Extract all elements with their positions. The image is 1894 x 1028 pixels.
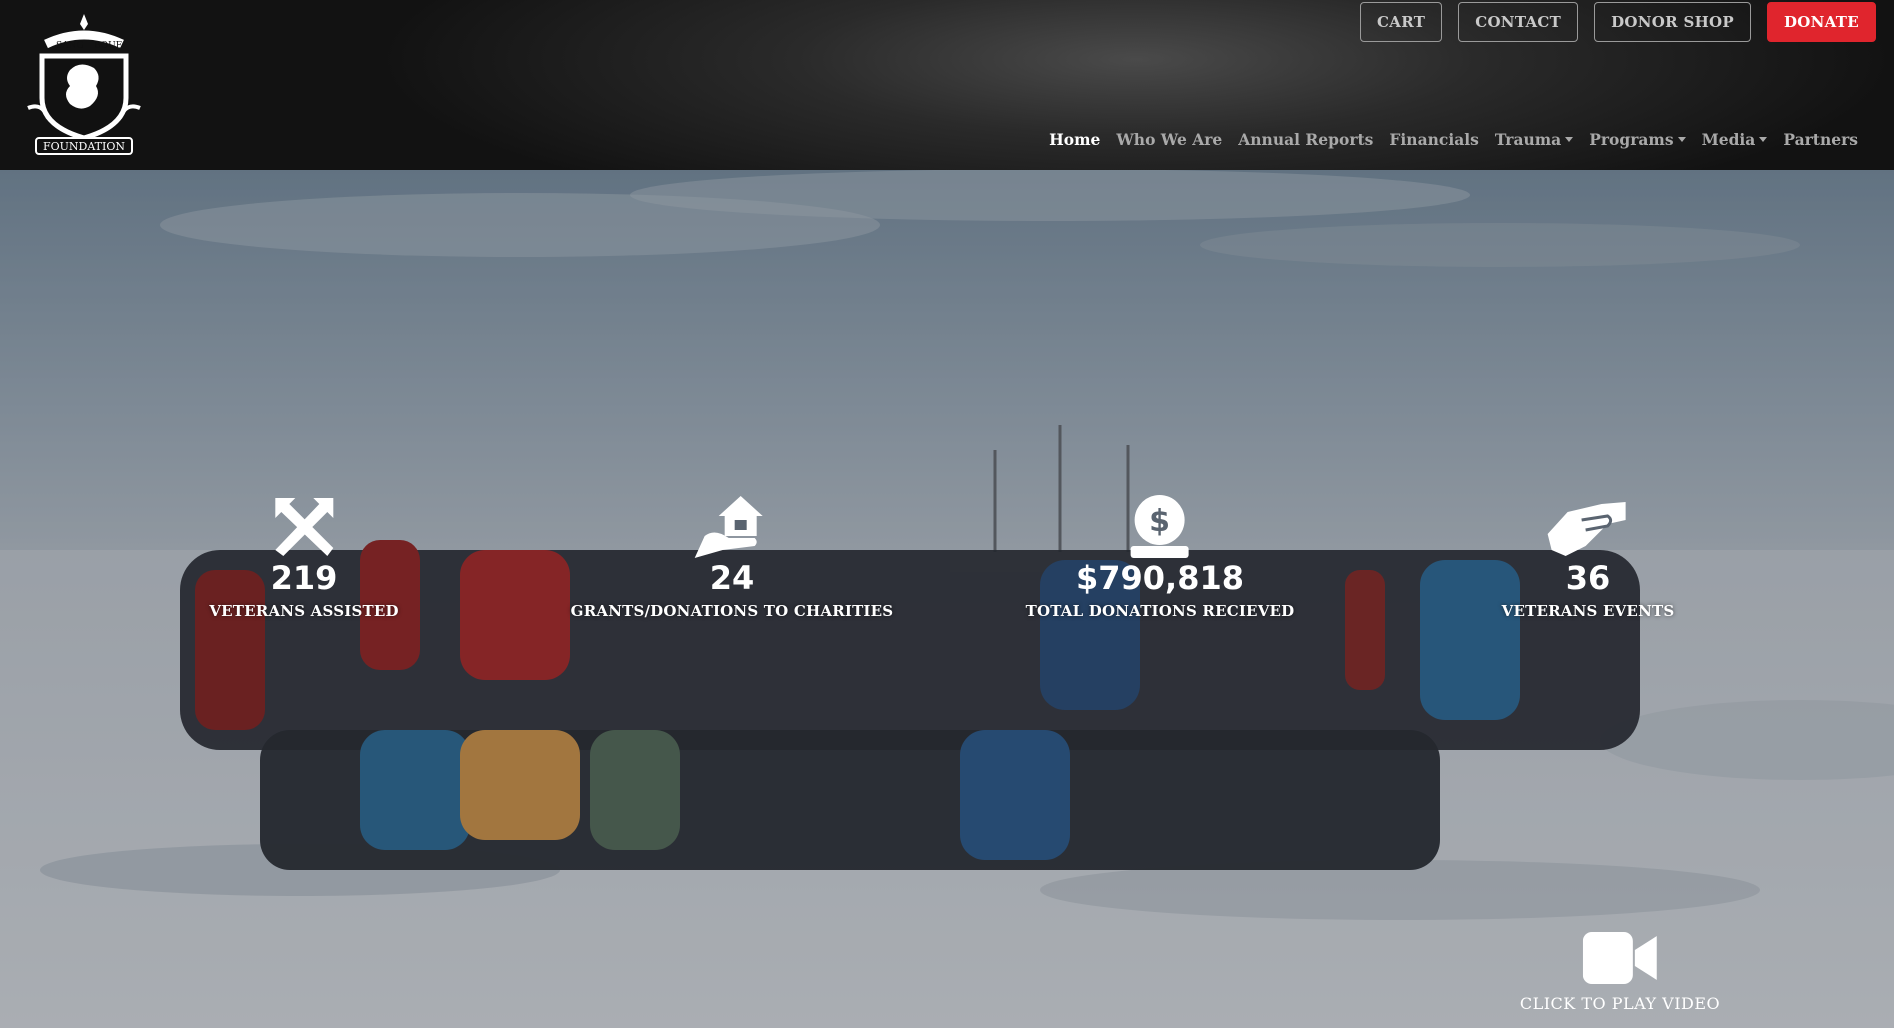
- stat-total-donations: $ $790,818 TOTAL DONATIONS RECIEVED: [1026, 494, 1295, 620]
- nav-home[interactable]: Home: [1049, 130, 1100, 149]
- chevron-down-icon: [1565, 137, 1574, 142]
- play-video-button[interactable]: CLICK TO PLAY VIDEO: [1520, 932, 1720, 1013]
- nav-trauma-label: Trauma: [1494, 130, 1562, 149]
- play-video-label: CLICK TO PLAY VIDEO: [1519, 994, 1721, 1013]
- donor-shop-button[interactable]: DONOR SHOP: [1594, 2, 1751, 42]
- nav-partners[interactable]: Partners: [1783, 130, 1858, 149]
- nav-financials[interactable]: Financials: [1389, 130, 1478, 149]
- nav-media-label: Media: [1701, 130, 1756, 149]
- stat-value: 24: [709, 559, 755, 597]
- stat-value: $790,818: [1075, 559, 1245, 597]
- site-header: SANG BOUE FOUNDATION CART CONTACT DONOR …: [0, 0, 1894, 170]
- svg-text:$: $: [1150, 504, 1171, 539]
- stat-value: 36: [1565, 559, 1611, 597]
- stat-label: TOTAL DONATIONS RECIEVED: [1025, 602, 1295, 620]
- nav-programs[interactable]: Programs: [1589, 130, 1686, 149]
- nav-who-we-are[interactable]: Who We Are: [1116, 130, 1222, 149]
- top-button-bar: CART CONTACT DONOR SHOP DONATE: [1360, 2, 1876, 42]
- contact-button[interactable]: CONTACT: [1458, 2, 1579, 42]
- crossed-arrows-icon: [275, 498, 333, 556]
- nav-annual-reports[interactable]: Annual Reports: [1238, 130, 1373, 149]
- foundation-logo[interactable]: SANG BOUE FOUNDATION: [26, 8, 142, 158]
- hero-section: 219 VETERANS ASSISTED 24 GRANTS/DONATION…: [0, 170, 1894, 1028]
- main-nav: Home Who We Are Annual Reports Financial…: [1049, 130, 1858, 149]
- stat-veterans-events: 36 VETERANS EVENTS: [1502, 494, 1675, 620]
- stat-label: GRANTS/DONATIONS TO CHARITIES: [570, 602, 894, 620]
- video-camera-icon: [1582, 932, 1657, 984]
- stat-veterans-assisted: 219 VETERANS ASSISTED: [209, 494, 398, 620]
- stat-value: 219: [270, 559, 338, 597]
- nav-trauma[interactable]: Trauma: [1494, 130, 1574, 149]
- stat-label: VETERANS EVENTS: [1501, 602, 1675, 620]
- stat-grants: 24 GRANTS/DONATIONS TO CHARITIES: [571, 494, 894, 620]
- nav-media[interactable]: Media: [1702, 130, 1768, 149]
- svg-text:SANG: SANG: [56, 41, 84, 51]
- donate-button[interactable]: DONATE: [1767, 2, 1876, 42]
- stat-label: VETERANS ASSISTED: [209, 602, 399, 620]
- handshake-icon: [1548, 502, 1626, 556]
- coin-donation-icon: $: [1130, 495, 1189, 558]
- nav-programs-label: Programs: [1589, 130, 1674, 149]
- chevron-down-icon: [1759, 137, 1768, 142]
- house-in-hand-icon: [694, 496, 763, 558]
- crest-logo-icon: SANG BOUE FOUNDATION: [27, 14, 141, 155]
- chevron-down-icon: [1677, 137, 1686, 142]
- svg-text:FOUNDATION: FOUNDATION: [43, 140, 125, 153]
- svg-text:BOUE: BOUE: [94, 41, 122, 51]
- cart-button[interactable]: CART: [1360, 2, 1443, 42]
